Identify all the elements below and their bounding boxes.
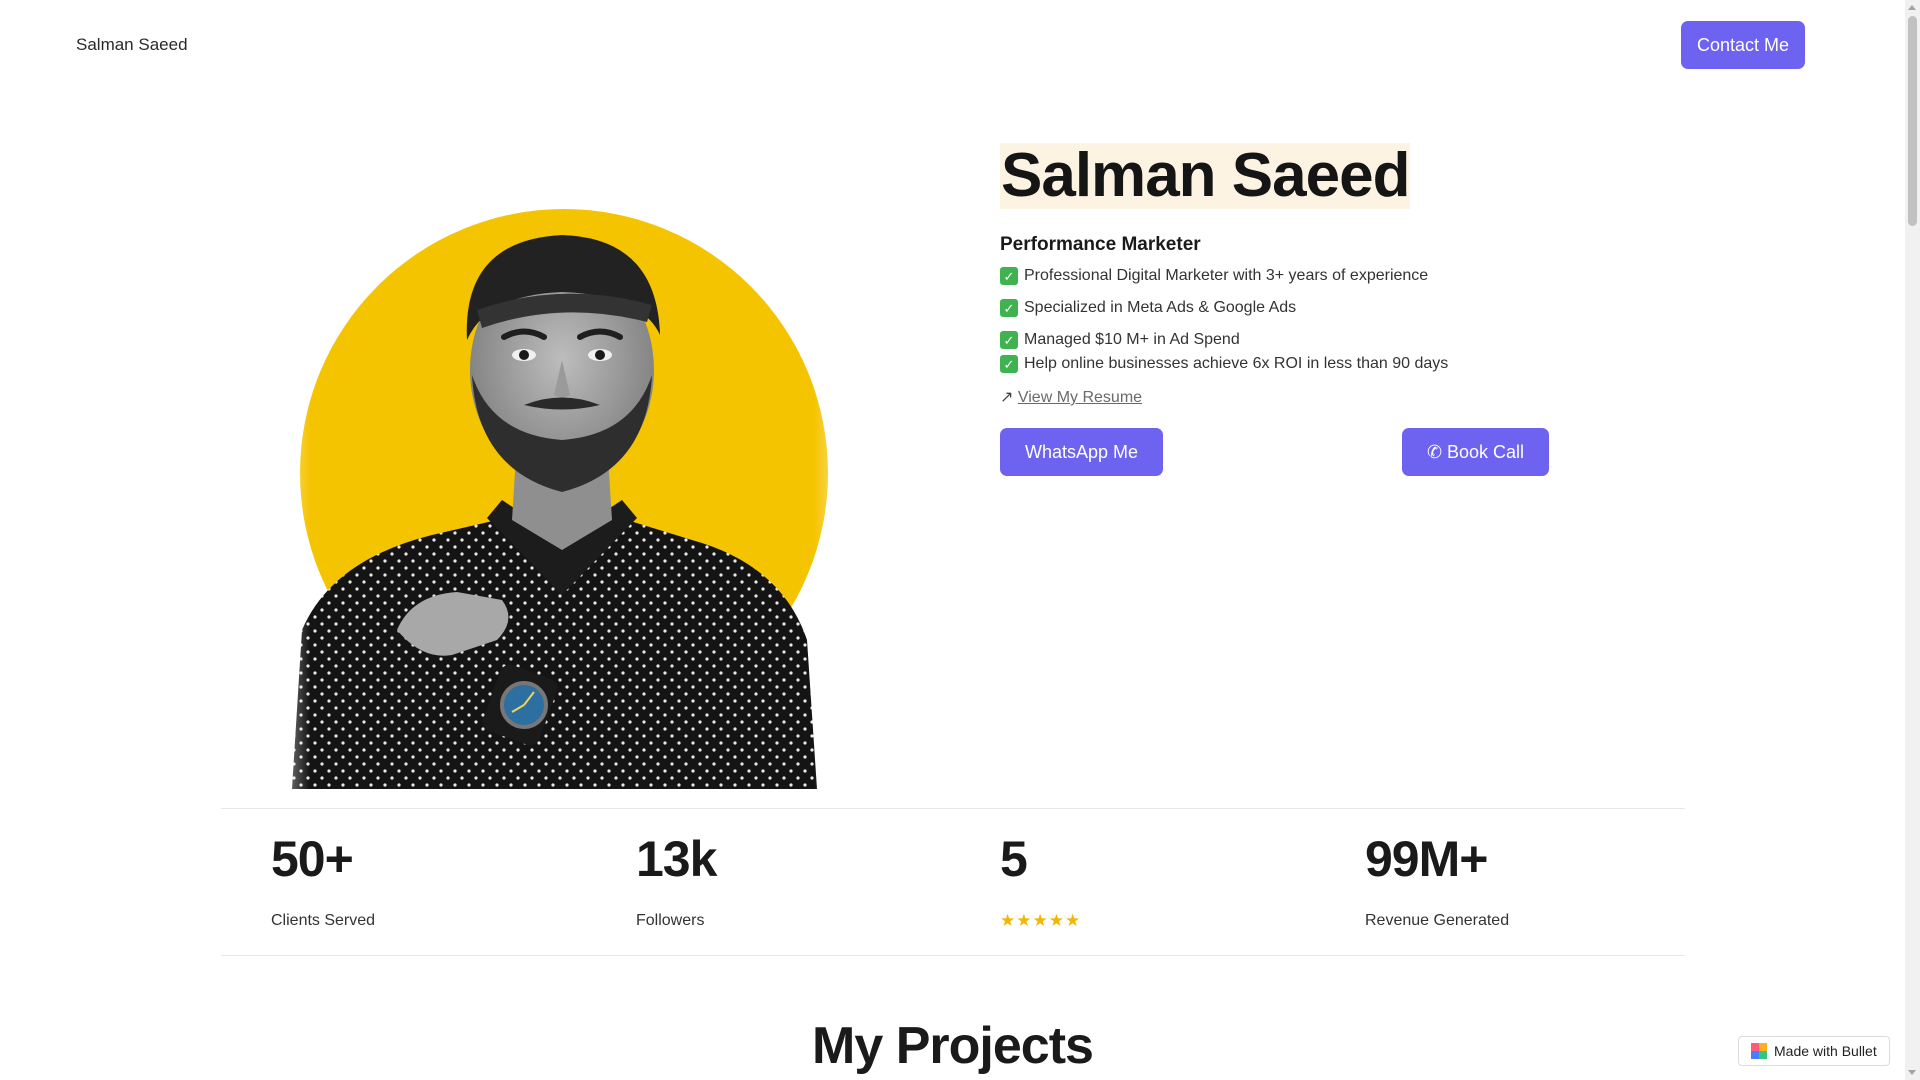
check-icon: ✓ [1000, 331, 1018, 349]
profile-photo [262, 200, 862, 789]
contact-me-button[interactable]: Contact Me [1681, 21, 1805, 69]
star-rating-icon: ★★★★★ [1000, 911, 1082, 930]
hero-bullet-text: Specialized in Meta Ads & Google Ads [1024, 299, 1297, 316]
book-call-button[interactable]: ✆ Book Call [1402, 428, 1549, 476]
hero-bullet-text: Help online businesses achieve 6x ROI in… [1024, 355, 1449, 372]
hero-bullet: ✓ Help online businesses achieve 6x ROI … [1000, 355, 1448, 373]
nav-brand-link[interactable]: Salman Saeed [76, 35, 188, 55]
hero-bullet-text: Managed $10 M+ in Ad Spend [1024, 331, 1240, 348]
page-scrollbar[interactable] [1905, 0, 1920, 1080]
scroll-down-arrow-icon[interactable] [1908, 1070, 1916, 1075]
portfolio-page: Salman Saeed Contact Me Salman Saeed Per… [0, 0, 1905, 1080]
stat-label: Clients Served [271, 912, 376, 929]
hero-bullet: ✓ Specialized in Meta Ads & Google Ads [1000, 299, 1296, 317]
check-icon: ✓ [1000, 299, 1018, 317]
stats-divider-bottom [221, 955, 1685, 956]
stat-value: 5 [1000, 831, 1028, 887]
stat-value: 13k [636, 831, 717, 887]
resume-link-row: ↗ View My Resume [1000, 387, 1142, 407]
scrollbar-thumb[interactable] [1908, 16, 1917, 226]
made-with-bullet-badge[interactable]: Made with Bullet [1738, 1036, 1890, 1066]
whatsapp-button[interactable]: WhatsApp Me [1000, 428, 1163, 476]
hero-name-heading: Salman Saeed [1000, 141, 1410, 210]
badge-label: Made with Bullet [1774, 1043, 1877, 1059]
hero-bullet: ✓ Managed $10 M+ in Ad Spend [1000, 331, 1240, 349]
bullet-logo-icon [1751, 1043, 1767, 1059]
check-icon: ✓ [1000, 267, 1018, 285]
hero-bullet-text: Professional Digital Marketer with 3+ ye… [1024, 267, 1429, 284]
stat-label: Followers [636, 912, 705, 929]
projects-heading: My Projects [812, 1017, 1094, 1075]
hero-role: Performance Marketer [1000, 234, 1201, 255]
scroll-up-arrow-icon[interactable] [1908, 5, 1916, 10]
stat-value: 50+ [271, 831, 354, 887]
hero-bullet: ✓ Professional Digital Marketer with 3+ … [1000, 267, 1428, 285]
check-icon: ✓ [1000, 355, 1018, 373]
stats-divider-top [221, 808, 1685, 809]
stat-label: Revenue Generated [1365, 912, 1510, 929]
view-resume-link[interactable]: View My Resume [1018, 389, 1142, 406]
stat-value: 99M+ [1365, 831, 1488, 887]
arrow-up-right-icon: ↗ [1000, 389, 1014, 406]
